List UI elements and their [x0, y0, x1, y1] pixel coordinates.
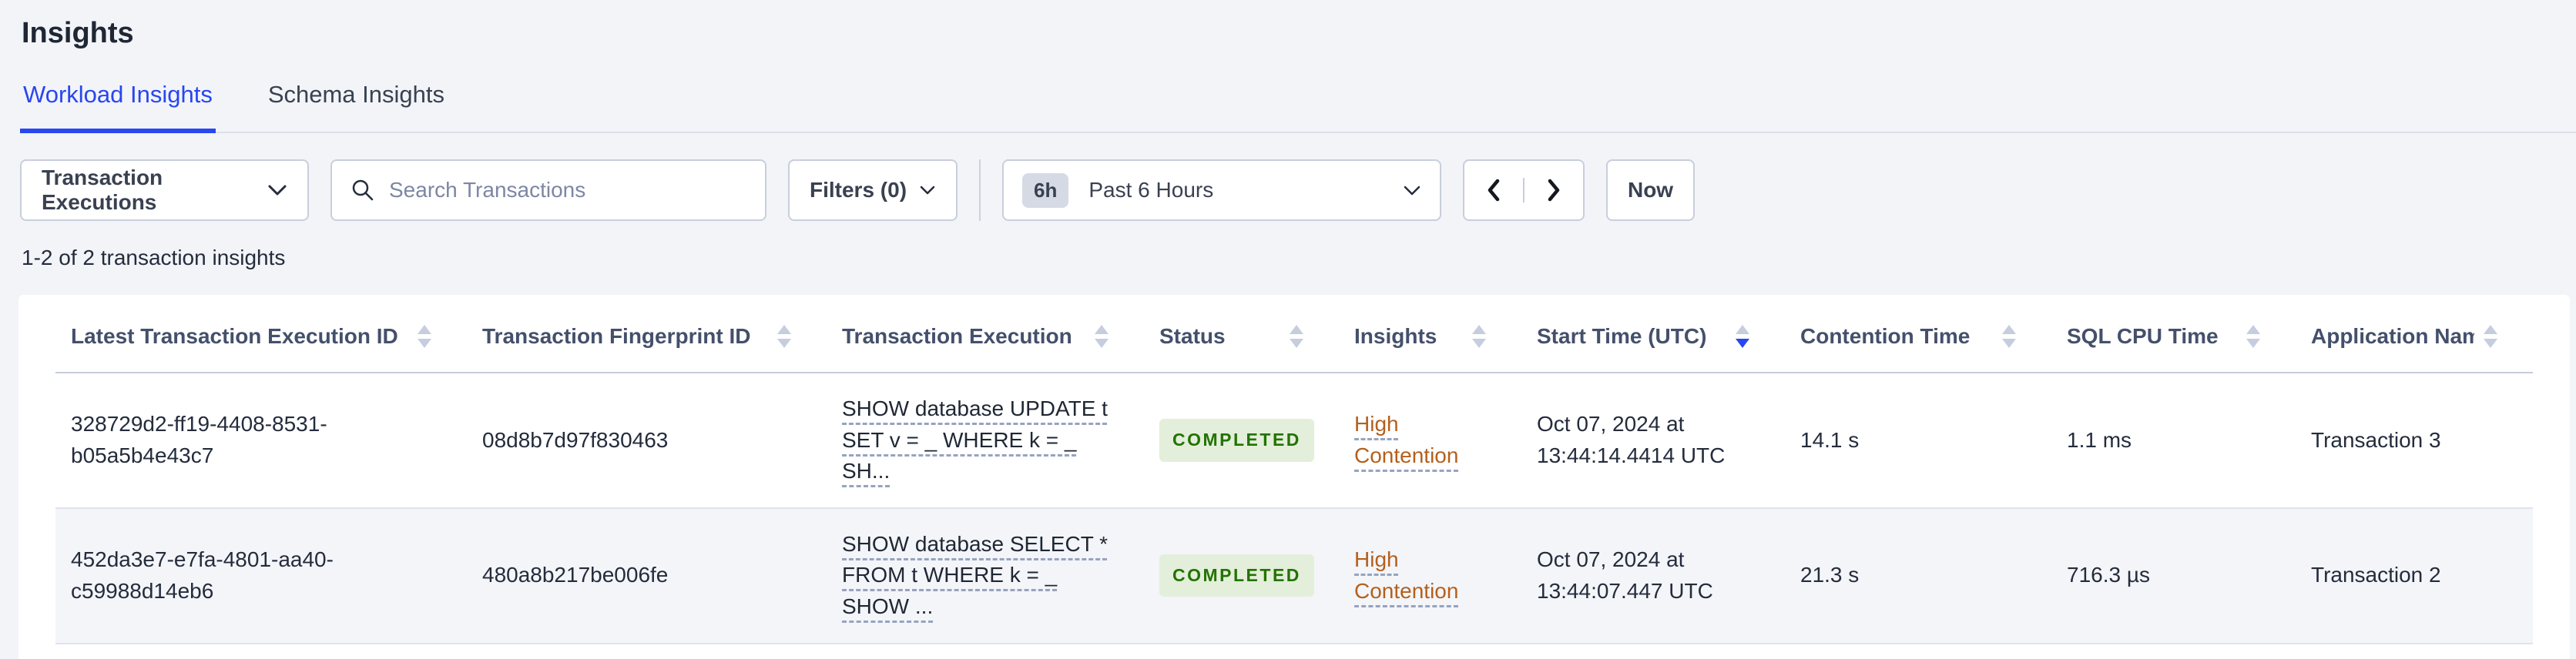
cell-start-time: Oct 07, 2024 at 13:44:07.447 UTC — [1521, 507, 1785, 644]
column-header-insights[interactable]: Insights — [1339, 295, 1521, 373]
search-icon — [351, 178, 375, 202]
controls-divider — [979, 159, 981, 221]
workload-type-dropdown[interactable]: Transaction Executions — [20, 159, 309, 221]
tabs-bar: Workload Insights Schema Insights — [20, 81, 2576, 133]
filters-button[interactable]: Filters (0) — [788, 159, 958, 221]
cell-start-time: Oct 07, 2024 at 13:44:14.4414 UTC — [1521, 373, 1785, 509]
transaction-execution-link[interactable]: SHOW database SELECT * FROM t WHERE k = … — [842, 529, 1108, 623]
sort-icon-active-desc[interactable] — [1736, 325, 1749, 348]
insight-link[interactable]: High Contention — [1354, 544, 1485, 607]
chevron-right-icon — [1546, 178, 1561, 202]
sort-icon[interactable] — [2484, 325, 2497, 348]
table-row: 452da3e7-e7fa-4801-aa40-c59988d14eb6 480… — [55, 507, 2533, 644]
table-header-row: Latest Transaction Execution ID Transact… — [55, 295, 2533, 373]
now-button[interactable]: Now — [1606, 159, 1696, 221]
time-range-picker[interactable]: 6h Past 6 Hours — [1002, 159, 1442, 221]
cell-fingerprint-id: 480a8b217be006fe — [467, 507, 827, 644]
time-range-badge: 6h — [1022, 172, 1069, 208]
previous-time-button[interactable] — [1464, 178, 1525, 202]
chevron-left-icon — [1486, 178, 1501, 202]
cell-insights: High Contention — [1339, 507, 1521, 644]
cell-execution-id: 452da3e7-e7fa-4801-aa40-c59988d14eb6 — [55, 507, 467, 644]
sort-icon[interactable] — [2002, 325, 2016, 348]
insights-table-card: Latest Transaction Execution ID Transact… — [18, 295, 2570, 659]
cell-transaction-execution: SHOW database SELECT * FROM t WHERE k = … — [827, 507, 1144, 644]
column-header-sql-cpu-time[interactable]: SQL CPU Time — [2051, 295, 2296, 373]
cell-contention-time: 14.1 s — [1785, 373, 2051, 509]
column-header-start-time[interactable]: Start Time (UTC) — [1521, 295, 1785, 373]
insight-link[interactable]: High Contention — [1354, 409, 1485, 471]
column-header-transaction-fingerprint-id[interactable]: Transaction Fingerprint ID — [467, 295, 827, 373]
cell-application-name: Transaction 2 — [2296, 507, 2533, 644]
search-input[interactable] — [389, 178, 746, 202]
cell-execution-id: 328729d2-ff19-4408-8531-b05a5b4e43c7 — [55, 373, 467, 509]
cell-status: COMPLETED — [1144, 373, 1339, 509]
cell-insights: High Contention — [1339, 373, 1521, 509]
cell-status: COMPLETED — [1144, 507, 1339, 644]
page-title: Insights — [22, 17, 134, 49]
sort-icon[interactable] — [1290, 325, 1303, 348]
sort-icon[interactable] — [1472, 325, 1486, 348]
tab-schema-insights[interactable]: Schema Insights — [265, 81, 448, 133]
cell-transaction-execution: SHOW database UPDATE t SET v = _ WHERE k… — [827, 373, 1144, 509]
sort-icon[interactable] — [1095, 325, 1109, 348]
insights-table: Latest Transaction Execution ID Transact… — [55, 295, 2533, 644]
filters-button-label: Filters (0) — [810, 178, 907, 202]
sort-icon[interactable] — [777, 325, 791, 348]
column-header-application-name[interactable]: Application Name — [2296, 295, 2533, 373]
table-row: 328729d2-ff19-4408-8531-b05a5b4e43c7 08d… — [55, 373, 2533, 509]
cell-sql-cpu-time: 1.1 ms — [2051, 373, 2296, 509]
cell-application-name: Transaction 3 — [2296, 373, 2533, 509]
sort-icon[interactable] — [418, 325, 431, 348]
workload-type-dropdown-label: Transaction Executions — [42, 166, 163, 214]
column-header-contention-time[interactable]: Contention Time — [1785, 295, 2051, 373]
search-box[interactable] — [330, 159, 766, 221]
time-range-label: Past 6 Hours — [1088, 178, 1214, 202]
sort-icon[interactable] — [2246, 325, 2260, 348]
status-badge: COMPLETED — [1159, 554, 1314, 597]
chevron-down-icon — [919, 185, 936, 196]
next-time-button[interactable] — [1524, 178, 1584, 202]
transaction-execution-link[interactable]: SHOW database UPDATE t SET v = _ WHERE k… — [842, 393, 1108, 487]
now-button-label: Now — [1627, 178, 1674, 202]
chevron-down-icon — [1403, 185, 1421, 196]
time-pager — [1463, 159, 1585, 221]
cell-fingerprint-id: 08d8b7d97f830463 — [467, 373, 827, 509]
controls-row: Transaction Executions Filters (0) 6h Pa… — [20, 159, 2556, 221]
cell-sql-cpu-time: 716.3 µs — [2051, 507, 2296, 644]
status-badge: COMPLETED — [1159, 419, 1314, 462]
tab-workload-insights[interactable]: Workload Insights — [20, 81, 216, 133]
results-count: 1-2 of 2 transaction insights — [22, 246, 286, 269]
column-header-latest-transaction-execution-id[interactable]: Latest Transaction Execution ID — [55, 295, 467, 373]
column-header-transaction-execution[interactable]: Transaction Execution — [827, 295, 1144, 373]
cell-contention-time: 21.3 s — [1785, 507, 2051, 644]
chevron-down-icon — [267, 184, 287, 196]
column-header-status[interactable]: Status — [1144, 295, 1339, 373]
